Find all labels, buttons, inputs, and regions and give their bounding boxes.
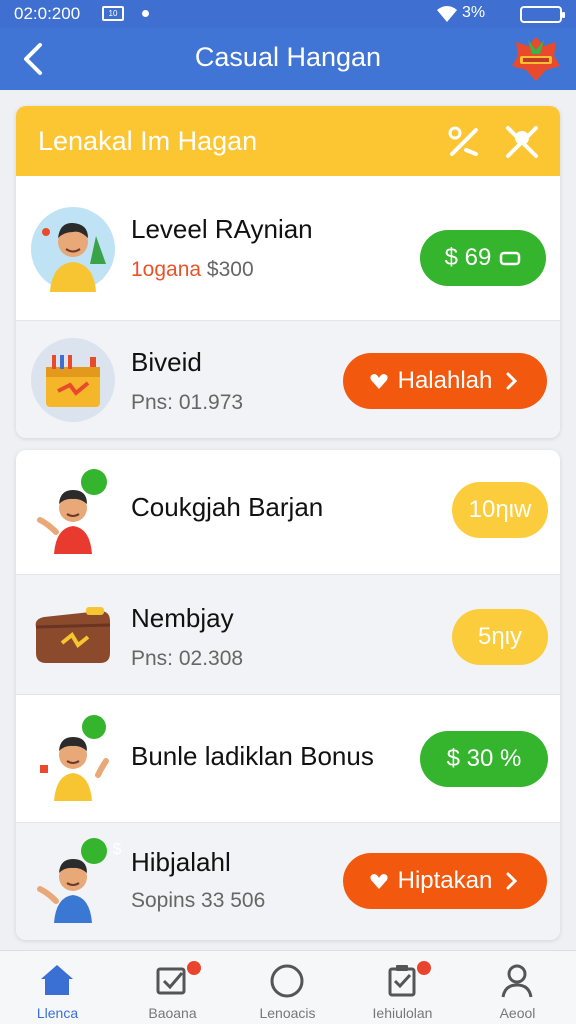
value-button-label: 5ηιy	[477, 623, 523, 650]
battery-percent: 3%	[462, 4, 486, 21]
wifi-icon	[437, 6, 457, 22]
wallet-icon	[35, 607, 111, 663]
row-title: Biveid	[131, 347, 202, 377]
price-button-label: $ 69	[444, 244, 492, 271]
value-button[interactable]: 10ηιw	[452, 482, 548, 538]
notification-badge	[187, 961, 201, 975]
nav-label: Aeool	[499, 1005, 536, 1021]
row-title: Hibjalahl	[131, 847, 231, 877]
bonus-button-label: $ 30 %	[446, 745, 522, 772]
circle-icon	[270, 964, 304, 998]
notification-badge	[417, 961, 431, 975]
nav-item-orders[interactable]: Iehiulolan	[345, 951, 460, 1024]
list-item[interactable]: Leveel RAynian 1ogana $300 $ 69	[16, 176, 560, 320]
nav-label: Llenca	[36, 1005, 79, 1021]
row-subtitle-amount: $300	[201, 258, 254, 281]
clipboard-icon	[388, 965, 416, 997]
shield-badge-icon[interactable]	[510, 34, 562, 84]
nav-label: Lenoacis	[259, 1005, 316, 1021]
notification-dot-icon	[142, 10, 149, 17]
price-button[interactable]: $ 69	[420, 230, 546, 286]
featured-card: Lenakal Im Hagan Leveel RAynian 1ogana $…	[16, 106, 560, 438]
row-subtitle-accent: 1ogana	[131, 258, 202, 281]
nav-item-home[interactable]: Llenca	[0, 951, 115, 1024]
nav-label: Baoana	[148, 1005, 197, 1021]
avatar-boy-icon	[31, 207, 115, 292]
list-item[interactable]: Biveid Pns: 01.973 Halahlah	[16, 320, 560, 438]
tools-icon[interactable]	[446, 124, 482, 160]
heart-icon	[370, 874, 388, 889]
battery-icon	[520, 6, 565, 23]
person-icon	[501, 964, 533, 998]
row-title: Leveel RAynian	[131, 214, 313, 244]
list-item[interactable]: 13 Coukgjah Barjan 10ηιw	[16, 450, 560, 574]
value-button-label: 10ηιw	[468, 496, 532, 523]
status-bar: 02:0:200 10 3%	[0, 0, 576, 28]
action-button-label: Halahlah	[397, 367, 493, 394]
row-subtitle: Pns: 01.973	[131, 391, 244, 414]
status-box-icon: 10	[102, 6, 124, 21]
home-icon	[41, 965, 73, 995]
nav-item-center[interactable]: Lenoacis	[230, 951, 345, 1024]
nav-label: Iehiulolan	[372, 1005, 433, 1021]
chevron-right-icon	[506, 872, 518, 890]
row-subtitle: 1ogana $300	[131, 258, 254, 282]
row-title: Coukgjah Barjan	[131, 492, 324, 522]
nav-item-profile[interactable]: Aeool	[460, 951, 575, 1024]
user-cross-icon[interactable]	[504, 124, 540, 160]
avatar-badge: 13	[108, 472, 126, 489]
list-item[interactable]: $ Hibjalahl Sopins 33 506 Hiptakan	[16, 822, 560, 940]
checkbox-icon	[156, 967, 186, 995]
value-button[interactable]: 5ηιy	[452, 609, 548, 665]
offers-card: 13 Coukgjah Barjan 10ηιw Nembjay Pns: 02…	[16, 450, 560, 940]
chevron-right-icon	[506, 372, 518, 390]
bottom-nav: Llenca Baoana Lenoacis Iehiulolan Aeool	[0, 950, 576, 1024]
avatar-badge: $	[112, 841, 122, 858]
card-header: Lenakal Im Hagan	[16, 106, 560, 176]
list-item[interactable]: Bunle ladiklan Bonus $ 30 %	[16, 694, 560, 822]
heart-icon	[370, 374, 388, 389]
list-item[interactable]: Nembjay Pns: 02.308 5ηιy	[16, 574, 560, 694]
page-title: Casual Hangan	[194, 42, 382, 72]
bonus-button[interactable]: $ 30 %	[420, 731, 548, 787]
row-subtitle: Sopins 33 506	[131, 889, 266, 912]
avatar-boy-yellow-icon	[40, 715, 109, 801]
row-title: Bunle ladiklan Bonus	[131, 741, 374, 771]
action-button-label: Hiptakan	[397, 867, 493, 894]
card-header-title: Lenakal Im Hagan	[38, 126, 258, 156]
gift-box-icon	[31, 338, 115, 422]
ticket-icon	[500, 251, 521, 266]
nav-item-tasks[interactable]: Baoana	[115, 951, 230, 1024]
row-title: Nembjay	[131, 603, 234, 633]
app-header: Casual Hangan	[0, 28, 576, 90]
action-button[interactable]: Hiptakan	[343, 853, 547, 909]
action-button[interactable]: Halahlah	[343, 353, 547, 409]
row-subtitle: Pns: 02.308	[131, 647, 244, 670]
status-time: 02:0:200	[14, 4, 81, 23]
